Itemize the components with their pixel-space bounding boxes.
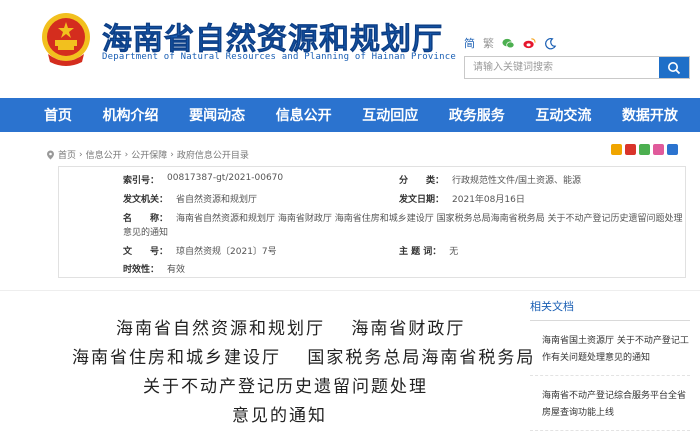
- doc-title-line-1: 海南省自然资源和规划厅 海南省财政厅: [116, 319, 466, 339]
- nav-item-open-data[interactable]: 数据开放: [622, 105, 678, 125]
- related-item[interactable]: 海南省国土资源厅 关于不动产登记工作有关问题处理意见的通知: [530, 333, 690, 376]
- breadcrumb-separator-icon: ›: [170, 149, 174, 160]
- meta-category: 分 类： 行政规范性文件/国土资源、能源: [399, 176, 582, 186]
- meta-validity: 时效性： 有效: [123, 265, 186, 275]
- meta-date: 发文日期： 2021年08月16日: [399, 195, 525, 205]
- related-item[interactable]: 海南省不动产登记综合服务平台全省房屋查询功能上线: [530, 388, 690, 431]
- nav-item-services[interactable]: 政务服务: [449, 105, 505, 125]
- meta-index: 索引号： 00817387-gt/2021-00670: [123, 173, 284, 186]
- location-pin-icon: [47, 150, 54, 159]
- weibo-icon[interactable]: [523, 37, 536, 50]
- breadcrumb-separator-icon: ›: [79, 149, 83, 160]
- share-wechat-icon[interactable]: [639, 144, 650, 155]
- doc-title-line-4: 意见的通知: [232, 406, 327, 426]
- nav-item-response[interactable]: 互动回应: [362, 105, 418, 125]
- share-bar: [611, 144, 678, 155]
- meta-subject: 主 题 词： 无: [399, 247, 459, 257]
- search-box: [464, 56, 690, 79]
- meta-issuer: 发文机关： 省自然资源和规划厅: [123, 195, 258, 205]
- search-input[interactable]: [465, 57, 659, 78]
- nav-item-news[interactable]: 要闻动态: [189, 105, 245, 125]
- breadcrumb: 首页 › 信息公开 › 公开保障 › 政府信息公开目录: [46, 148, 249, 161]
- wechat-icon[interactable]: [502, 37, 515, 50]
- site-header: 海南省自然资源和规划厅 Department of Natural Resour…: [0, 0, 700, 98]
- breadcrumb-item-info[interactable]: 信息公开: [86, 148, 122, 161]
- simplified-chinese-link[interactable]: 简: [464, 35, 475, 51]
- share-qzone-icon[interactable]: [611, 144, 622, 155]
- national-emblem-icon[interactable]: [40, 10, 92, 70]
- meta-docno: 文 号： 琼自然资规〔2021〕7号: [123, 247, 277, 257]
- breadcrumb-separator-icon: ›: [124, 149, 129, 160]
- related-documents: 相关文档 海南省国土资源厅 关于不动产登记工作有关问题处理意见的通知 海南省不动…: [530, 298, 690, 431]
- nav-item-info-disclosure[interactable]: 信息公开: [276, 105, 332, 125]
- share-weibo-icon[interactable]: [625, 144, 636, 155]
- site-subtitle: Department of Natural Resources and Plan…: [102, 52, 456, 62]
- meta-name-cont: 意见的通知: [123, 228, 169, 238]
- related-title: 相关文档: [530, 298, 690, 321]
- header-tools: 简 繁: [464, 35, 557, 51]
- breadcrumb-item-guarantee[interactable]: 公开保障: [131, 148, 167, 161]
- night-mode-icon[interactable]: [544, 37, 557, 50]
- breadcrumb-item-catalog[interactable]: 政府信息公开目录: [177, 148, 249, 161]
- nav-item-home[interactable]: 首页: [44, 105, 72, 125]
- traditional-chinese-link[interactable]: 繁: [483, 35, 494, 51]
- doc-title-line-3: 关于不动产登记历史遗留问题处理: [143, 377, 428, 397]
- main-nav: 首页 机构介绍 要闻动态 信息公开 互动回应 政务服务 互动交流 数据开放: [0, 98, 700, 132]
- nav-item-interaction[interactable]: 互动交流: [535, 105, 591, 125]
- meta-name: 名 称： 海南省自然资源和规划厅 海南省财政厅 海南省住房和城乡建设厅 国家税务…: [123, 214, 683, 224]
- nav-item-about[interactable]: 机构介绍: [103, 105, 159, 125]
- search-icon: [668, 61, 681, 74]
- share-qq-icon[interactable]: [667, 144, 678, 155]
- doc-title-line-2: 海南省住房和城乡建设厅 国家税务总局海南省税务局: [72, 348, 536, 368]
- section-divider: [0, 290, 700, 291]
- document-metadata: 索引号： 00817387-gt/2021-00670 分 类： 行政规范性文件…: [58, 166, 686, 278]
- share-douban-icon[interactable]: [653, 144, 664, 155]
- breadcrumb-item-home[interactable]: 首页: [58, 148, 76, 161]
- search-button[interactable]: [659, 57, 689, 78]
